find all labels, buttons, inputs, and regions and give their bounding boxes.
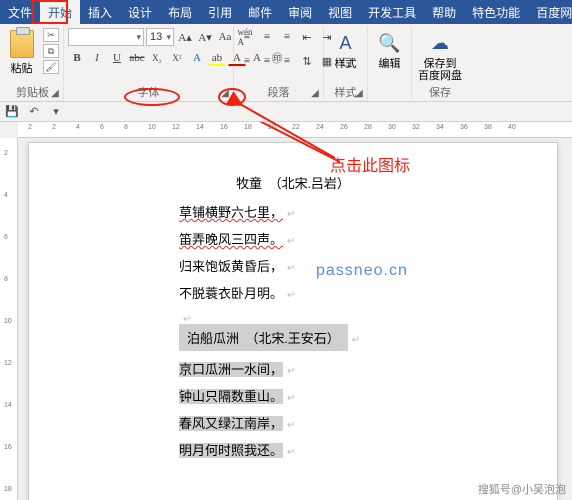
styles-label: 样式: [335, 58, 357, 70]
poem2-line4: 明月何时照我还。: [179, 440, 407, 459]
cloud-icon: ☁: [427, 30, 453, 56]
find-icon: 🔍: [377, 30, 403, 56]
save-group-label: 保存: [416, 83, 464, 101]
tab-help[interactable]: 帮助: [424, 0, 464, 24]
superscript-button[interactable]: X²: [168, 49, 186, 67]
clipboard-launcher[interactable]: ◢: [49, 87, 61, 99]
tab-file[interactable]: 文件: [0, 0, 40, 24]
font-size-combo[interactable]: 13: [146, 28, 174, 46]
menu-tab-bar: 文件 开始 插入 设计 布局 引用 邮件 审阅 视图 开发工具 帮助 特色功能 …: [0, 0, 572, 24]
styles-launcher[interactable]: ◢: [353, 87, 365, 99]
document-area: 2246810121416182022242628303234363840 24…: [0, 122, 572, 500]
tab-layout[interactable]: 布局: [160, 0, 200, 24]
editing-button[interactable]: 🔍 编辑: [372, 28, 407, 70]
poem2-line3: 春风又绿江南岸，: [179, 413, 407, 432]
text-effects-button[interactable]: A: [188, 49, 206, 67]
annotation-callout: 点击此图标: [330, 152, 410, 176]
italic-button[interactable]: I: [88, 49, 106, 67]
format-painter-button[interactable]: 🖌: [43, 60, 59, 74]
multilevel-button[interactable]: ≡: [278, 28, 296, 46]
font-group-label: 字体: [68, 83, 229, 101]
numbering-button[interactable]: ≡: [258, 28, 276, 46]
ribbon: 粘贴 ✂ ⧉ 🖌 剪贴板 ◢ 13 A▴ A▾ Aa wénA B I: [0, 24, 572, 102]
group-styles: A 样式 样式 ◢: [324, 26, 368, 101]
bullets-button[interactable]: ≡: [238, 28, 256, 46]
document-page[interactable]: 牧童 （北宋.吕岩） 草铺横野六七里， 笛弄晚风三四声。 归来饱饭黄昏后， 不脱…: [28, 142, 558, 500]
tab-special[interactable]: 特色功能: [464, 0, 528, 24]
tab-review[interactable]: 审阅: [280, 0, 320, 24]
cut-button[interactable]: ✂: [43, 28, 59, 42]
qat-save-button[interactable]: 💾: [4, 104, 20, 120]
subscript-button[interactable]: X₂: [148, 49, 166, 67]
decrease-indent-button[interactable]: ⇤: [298, 28, 316, 46]
grow-font-button[interactable]: A▴: [176, 28, 194, 46]
footer-credit: 搜狐号@小吴泡泡: [478, 481, 566, 497]
align-left-button[interactable]: ≡: [238, 52, 256, 70]
tab-insert[interactable]: 插入: [80, 0, 120, 24]
tab-mailings[interactable]: 邮件: [240, 0, 280, 24]
editing-label: 编辑: [379, 58, 401, 70]
change-case-button[interactable]: Aa: [216, 28, 234, 46]
tab-view[interactable]: 视图: [320, 0, 360, 24]
tab-design[interactable]: 设计: [120, 0, 160, 24]
tab-references[interactable]: 引用: [200, 0, 240, 24]
poem1-line2: 笛弄晚风三四声。: [179, 229, 407, 248]
blank-line: [179, 310, 407, 316]
styles-button[interactable]: A 样式: [328, 28, 363, 70]
quick-access-toolbar: 💾 ↶ ▾: [0, 102, 572, 122]
copy-button[interactable]: ⧉: [43, 44, 59, 58]
paragraph-group-label: 段落: [238, 83, 319, 101]
qat-undo-button[interactable]: ↶: [26, 104, 42, 120]
line-spacing-button[interactable]: ⇅: [298, 52, 316, 70]
group-paragraph: ≡ ≡ ≡ ⇤ ⇥ ≡ ≡ ≡ ⇅ ▦ ▢ 段落 ◢: [234, 26, 324, 101]
bold-button[interactable]: B: [68, 49, 86, 67]
paragraph-launcher[interactable]: ◢: [309, 87, 321, 99]
align-center-button[interactable]: ≡: [258, 52, 276, 70]
poem2-line1: 京口瓜洲一水间，: [179, 359, 407, 378]
horizontal-ruler[interactable]: 2246810121416182022242628303234363840: [18, 122, 572, 138]
poem2-line2: 钟山只隔数重山。: [179, 386, 407, 405]
font-launcher[interactable]: ◢: [219, 87, 231, 99]
tab-developer[interactable]: 开发工具: [360, 0, 424, 24]
poem1-line4: 不脱蓑衣卧月明。: [179, 283, 407, 302]
clipboard-icon: [10, 30, 34, 58]
watermark: passneo.cn: [316, 262, 408, 280]
font-name-combo[interactable]: [68, 28, 144, 46]
group-editing: 🔍 编辑: [368, 26, 412, 101]
group-clipboard: 粘贴 ✂ ⧉ 🖌 剪贴板 ◢: [2, 26, 64, 101]
qat-customize-button[interactable]: ▾: [48, 104, 64, 120]
align-right-button[interactable]: ≡: [278, 52, 296, 70]
tab-home[interactable]: 开始: [40, 0, 80, 24]
save-baidu-button[interactable]: ☁ 保存到 百度网盘: [416, 28, 464, 82]
highlight-button[interactable]: ab: [208, 50, 226, 66]
group-save: ☁ 保存到 百度网盘 保存: [412, 26, 468, 101]
vertical-ruler[interactable]: 24681012141618: [0, 138, 18, 500]
styles-icon: A: [333, 30, 359, 56]
paste-button[interactable]: 粘贴: [6, 28, 37, 76]
strikethrough-button[interactable]: abc: [128, 49, 146, 67]
poem2-title: 泊船瓜洲 （北宋.王安石）: [179, 324, 407, 351]
poem1-line1: 草铺横野六七里，: [179, 202, 407, 221]
tab-baidu[interactable]: 百度网盘: [528, 0, 572, 24]
paste-label: 粘贴: [11, 60, 33, 76]
save-baidu-label: 保存到 百度网盘: [418, 58, 462, 82]
underline-button[interactable]: U: [108, 49, 126, 67]
shrink-font-button[interactable]: A▾: [196, 28, 214, 46]
group-font: 13 A▴ A▾ Aa wénA B I U abc X₂ X² A ab A …: [64, 26, 234, 101]
